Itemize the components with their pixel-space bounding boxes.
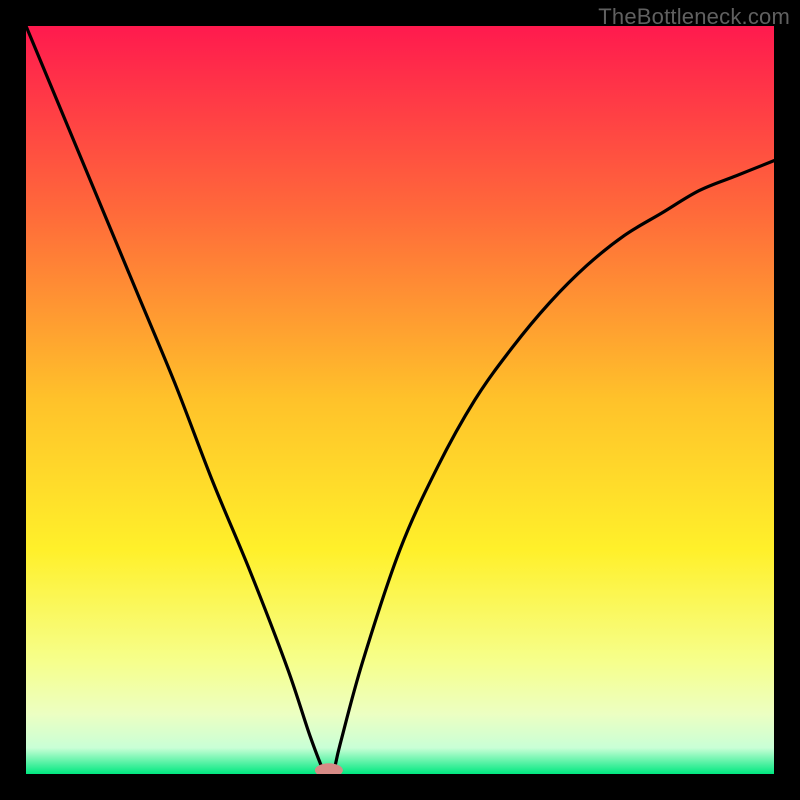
chart-frame: TheBottleneck.com <box>0 0 800 800</box>
plot-area <box>26 26 774 774</box>
bottleneck-chart <box>26 26 774 774</box>
gradient-background <box>26 26 774 774</box>
